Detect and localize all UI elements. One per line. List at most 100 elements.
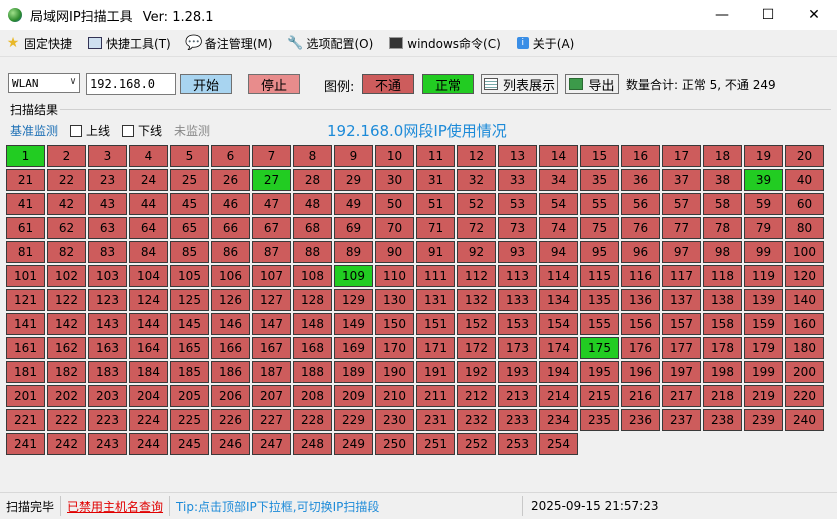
- export-button[interactable]: 导出: [565, 74, 619, 94]
- ip-cell[interactable]: 199: [744, 361, 783, 383]
- ip-cell[interactable]: 72: [457, 217, 496, 239]
- ip-cell[interactable]: 17: [662, 145, 701, 167]
- ip-cell[interactable]: 190: [375, 361, 414, 383]
- ip-cell[interactable]: 206: [211, 385, 250, 407]
- ip-cell[interactable]: 123: [88, 289, 127, 311]
- ip-cell[interactable]: 118: [703, 265, 742, 287]
- ip-cell[interactable]: 138: [703, 289, 742, 311]
- ip-cell[interactable]: 135: [580, 289, 619, 311]
- ip-cell[interactable]: 64: [129, 217, 168, 239]
- ip-cell[interactable]: 140: [785, 289, 824, 311]
- ip-cell[interactable]: 243: [88, 433, 127, 455]
- ip-cell[interactable]: 172: [457, 337, 496, 359]
- ip-cell[interactable]: 194: [539, 361, 578, 383]
- ip-cell[interactable]: 217: [662, 385, 701, 407]
- ip-cell[interactable]: 43: [88, 193, 127, 215]
- ip-cell[interactable]: 173: [498, 337, 537, 359]
- ip-cell[interactable]: 45: [170, 193, 209, 215]
- maximize-icon[interactable]: ☐: [745, 0, 791, 30]
- menu-options[interactable]: 🔧 选项配置(O): [287, 35, 373, 52]
- ip-cell[interactable]: 60: [785, 193, 824, 215]
- ip-cell[interactable]: 248: [293, 433, 332, 455]
- ip-cell[interactable]: 62: [47, 217, 86, 239]
- ip-cell[interactable]: 214: [539, 385, 578, 407]
- ip-cell[interactable]: 49: [334, 193, 373, 215]
- ip-cell[interactable]: 154: [539, 313, 578, 335]
- ip-cell[interactable]: 18: [703, 145, 742, 167]
- ip-cell[interactable]: 83: [88, 241, 127, 263]
- ip-cell[interactable]: 215: [580, 385, 619, 407]
- ip-cell[interactable]: 78: [703, 217, 742, 239]
- ip-cell[interactable]: 47: [252, 193, 291, 215]
- ip-cell[interactable]: 6: [211, 145, 250, 167]
- ip-cell[interactable]: 222: [47, 409, 86, 431]
- menu-notes[interactable]: 💬 备注管理(M): [185, 35, 272, 52]
- ip-cell[interactable]: 166: [211, 337, 250, 359]
- ip-cell[interactable]: 168: [293, 337, 332, 359]
- ip-cell[interactable]: 114: [539, 265, 578, 287]
- ip-cell[interactable]: 184: [129, 361, 168, 383]
- ip-cell[interactable]: 70: [375, 217, 414, 239]
- ip-cell[interactable]: 250: [375, 433, 414, 455]
- ip-cell[interactable]: 3: [88, 145, 127, 167]
- filter-unmonitored[interactable]: 未监测: [174, 122, 210, 139]
- ip-cell[interactable]: 32: [457, 169, 496, 191]
- ip-cell[interactable]: 226: [211, 409, 250, 431]
- ip-cell[interactable]: 234: [539, 409, 578, 431]
- ip-cell[interactable]: 225: [170, 409, 209, 431]
- ip-cell[interactable]: 169: [334, 337, 373, 359]
- ip-cell[interactable]: 221: [6, 409, 45, 431]
- ip-cell[interactable]: 82: [47, 241, 86, 263]
- ip-cell[interactable]: 245: [170, 433, 209, 455]
- ip-cell[interactable]: 197: [662, 361, 701, 383]
- ip-cell[interactable]: 176: [621, 337, 660, 359]
- ip-cell[interactable]: 59: [744, 193, 783, 215]
- ip-cell[interactable]: 65: [170, 217, 209, 239]
- ip-cell[interactable]: 180: [785, 337, 824, 359]
- ip-cell[interactable]: 20: [785, 145, 824, 167]
- ip-cell[interactable]: 157: [662, 313, 701, 335]
- ip-cell[interactable]: 213: [498, 385, 537, 407]
- ip-cell[interactable]: 30: [375, 169, 414, 191]
- ip-cell[interactable]: 223: [88, 409, 127, 431]
- ip-cell[interactable]: 189: [334, 361, 373, 383]
- ip-cell[interactable]: 8: [293, 145, 332, 167]
- ip-cell[interactable]: 100: [785, 241, 824, 263]
- ip-cell[interactable]: 56: [621, 193, 660, 215]
- ip-cell[interactable]: 211: [416, 385, 455, 407]
- hostname-lookup-link[interactable]: 已禁用主机名查询: [61, 496, 171, 516]
- ip-cell[interactable]: 24: [129, 169, 168, 191]
- ip-cell[interactable]: 158: [703, 313, 742, 335]
- menu-quick-tools[interactable]: 快捷工具(T): [88, 35, 171, 52]
- ip-cell[interactable]: 33: [498, 169, 537, 191]
- offline-checkbox[interactable]: [122, 124, 135, 137]
- ip-cell[interactable]: 249: [334, 433, 373, 455]
- ip-cell[interactable]: 66: [211, 217, 250, 239]
- interface-select[interactable]: WLAN ∨: [8, 73, 80, 93]
- ip-cell[interactable]: 51: [416, 193, 455, 215]
- ip-cell[interactable]: 76: [621, 217, 660, 239]
- ip-cell[interactable]: 58: [703, 193, 742, 215]
- ip-cell[interactable]: 141: [6, 313, 45, 335]
- minimize-icon[interactable]: —: [699, 0, 745, 30]
- ip-cell[interactable]: 23: [88, 169, 127, 191]
- ip-cell[interactable]: 128: [293, 289, 332, 311]
- ip-cell[interactable]: 188: [293, 361, 332, 383]
- ip-cell[interactable]: 93: [498, 241, 537, 263]
- ip-cell[interactable]: 240: [785, 409, 824, 431]
- ip-cell[interactable]: 28: [293, 169, 332, 191]
- ip-cell[interactable]: 251: [416, 433, 455, 455]
- ip-cell[interactable]: 4: [129, 145, 168, 167]
- ip-cell[interactable]: 237: [662, 409, 701, 431]
- ip-cell[interactable]: 152: [457, 313, 496, 335]
- ip-cell[interactable]: 120: [785, 265, 824, 287]
- ip-cell[interactable]: 26: [211, 169, 250, 191]
- ip-cell[interactable]: 63: [88, 217, 127, 239]
- ip-cell[interactable]: 1: [6, 145, 45, 167]
- ip-cell[interactable]: 31: [416, 169, 455, 191]
- ip-cell[interactable]: 179: [744, 337, 783, 359]
- ip-cell[interactable]: 102: [47, 265, 86, 287]
- ip-cell[interactable]: 79: [744, 217, 783, 239]
- ip-cell[interactable]: 210: [375, 385, 414, 407]
- ip-cell[interactable]: 239: [744, 409, 783, 431]
